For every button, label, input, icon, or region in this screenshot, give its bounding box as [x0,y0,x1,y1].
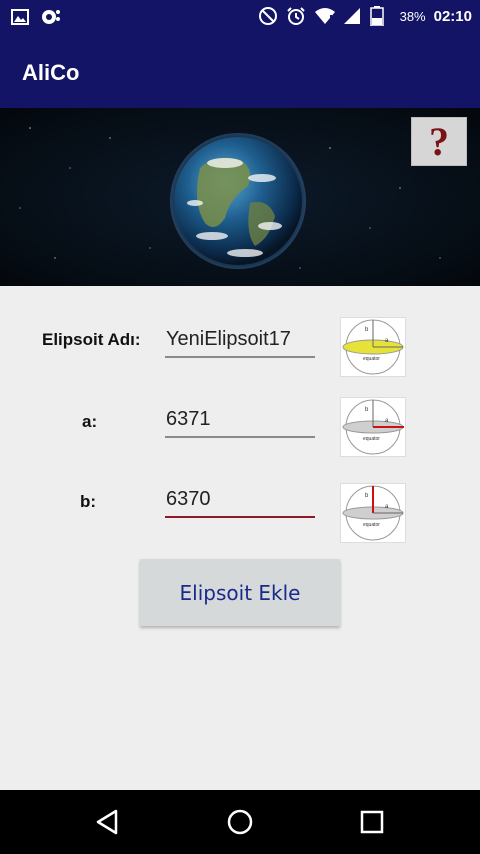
a-label: a: [82,412,98,431]
do-not-disturb-icon [258,6,278,26]
earth-image [19,127,461,269]
signal-icon [342,6,362,26]
nav-bar [0,790,480,854]
diagram-b-label: b [365,407,369,413]
clock: 02:10 [433,7,472,25]
diagram-b-label: b [365,493,369,499]
help-button[interactable]: ? [411,117,467,166]
recents-icon[interactable] [356,806,388,838]
ellipsoid-b-diagram: b a equator [340,483,406,543]
home-icon[interactable] [224,806,256,838]
help-mark: ? [429,118,449,164]
add-ellipsoid-button[interactable]: Elipsoit Ekle [140,559,340,626]
battery-percent: 38% [399,8,426,24]
diagram-equator-label: equator [363,356,380,362]
name-label: Elipsoit Adı: [42,330,141,349]
sync-icon [40,7,60,27]
ellipsoid-name-diagram: b a equator [340,317,406,377]
diagram-equator-label: equator [363,436,380,442]
name-input[interactable] [165,322,315,358]
b-label: b: [80,492,97,511]
battery-icon [369,6,390,27]
alarm-icon [286,6,306,26]
status-bar: 38% 02:10 [0,0,480,34]
app-title: AliCo [22,60,80,85]
app-bar: AliCo [0,34,480,108]
back-icon[interactable] [92,806,124,838]
a-input[interactable] [165,402,315,438]
diagram-equator-label: equator [363,522,380,528]
wifi-icon [314,6,335,26]
b-input[interactable] [165,482,315,518]
image-icon [10,7,30,27]
ellipsoid-a-diagram: b a equator [340,397,406,457]
banner [0,108,480,286]
diagram-b-label: b [365,327,369,333]
